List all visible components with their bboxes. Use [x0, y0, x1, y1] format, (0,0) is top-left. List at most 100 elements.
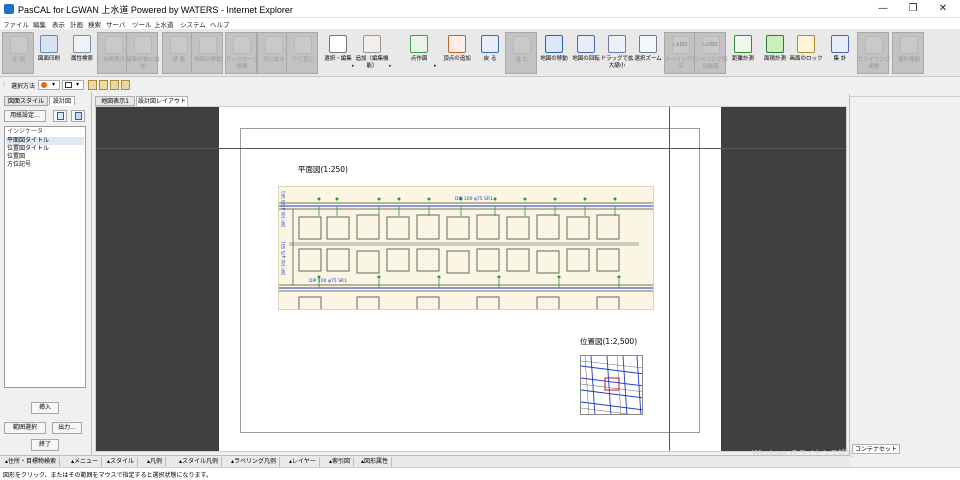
menu-tools[interactable]: ツール	[132, 19, 152, 29]
tab-labeling-legend[interactable]: ▴ラベリング凡例	[228, 457, 281, 467]
guide-line-vertical	[669, 107, 670, 451]
tab-map-style[interactable]: 図面スタイル	[4, 96, 48, 106]
right-panel: コンテナセット	[849, 94, 960, 455]
labeling-edit-button[interactable]: LABEL ラベリング個別編集	[694, 32, 728, 74]
tab-style[interactable]: ▴スタイル	[104, 457, 139, 467]
select-arrow-icon	[329, 35, 347, 53]
tab-map-view[interactable]: 地図表示1	[95, 96, 135, 106]
back-button[interactable]: 戻 る	[474, 32, 506, 74]
range-select-button[interactable]: 範囲選択	[4, 422, 46, 434]
close-button[interactable]: ✕	[928, 0, 958, 18]
output-button[interactable]: 出力...	[52, 422, 82, 434]
printer-icon	[10, 36, 28, 54]
tab-container-set[interactable]: コンテナセット	[852, 444, 900, 454]
tab-layer[interactable]: ▴レイヤー	[286, 457, 320, 467]
attribute-search-button[interactable]: 属性検索	[66, 32, 98, 74]
tally-icon	[831, 35, 849, 53]
building-row-3	[298, 296, 620, 309]
left-panel: 図面スタイル 設計図 用紙設定... インジケータ 平面図タイトル 位置図タイト…	[0, 92, 92, 455]
menu-search[interactable]: 検索	[88, 19, 101, 29]
menu-bar: ファイル 編集 表示 計画 検索 サーバ ツール 上水道 システム ヘルプ	[0, 18, 960, 29]
map-print-button[interactable]: 図面印刷	[33, 32, 65, 74]
print-button[interactable]: 印 刷	[2, 32, 34, 74]
status-bar: 図形をクリック、またはその範囲をマウスで指定すると選択状態になります。	[0, 467, 960, 480]
tab-address-search[interactable]: ▴住所・目標物検索	[2, 457, 61, 467]
pipe-label-vertical-2: DIP 100 φ75 SR1	[281, 241, 286, 275]
rectangle-icon	[65, 82, 72, 88]
tab-menu[interactable]: ▴メニュー	[68, 457, 103, 467]
location-map[interactable]	[580, 355, 643, 415]
plan-map[interactable]: DIP 100 φ75 SR1 DIP 100 φ75 SR1 DIP 100 …	[278, 186, 654, 310]
undo-icon	[265, 36, 283, 54]
menu-help[interactable]: ヘルプ	[210, 19, 230, 29]
bottom-tabs: ▴住所・目標物検索 ▴メニュー ▴スタイル ▴凡例 ▴スタイル凡例 ▴ラベリング…	[0, 455, 850, 467]
menu-plan[interactable]: 計画	[70, 19, 83, 29]
forward-button[interactable]: 進 む	[505, 32, 537, 74]
drag-zoom-button[interactable]: ドラッグで拡大縮小	[600, 32, 634, 74]
totals-button[interactable]: 集 計	[824, 32, 856, 74]
selection-mode-select[interactable]: ▾	[38, 80, 60, 90]
right-panel-divider	[850, 96, 960, 97]
exit-button[interactable]: 終了	[31, 439, 59, 451]
building-row-1	[298, 214, 620, 240]
tab-shape-attributes[interactable]: ▴図形属性	[358, 457, 393, 467]
print-preview-icon-button[interactable]	[71, 110, 85, 122]
add-edit-target-button[interactable]: 編集対象に追加	[126, 32, 160, 74]
menu-waterworks[interactable]: 上水道	[154, 19, 174, 29]
undo-button[interactable]: 元に戻す	[257, 32, 289, 74]
document-tabs: 地図表示1 設計図レイアウト	[93, 94, 853, 106]
toolbar: 印 刷 図面印刷 属性検索 台帳表示 編集対象に追加 移 動 地図の移動 ブック…	[0, 29, 960, 77]
selection-shape-select[interactable]: ▾	[62, 80, 84, 90]
select-edit-button[interactable]: 選択・編集	[322, 32, 354, 74]
add-vertex-button[interactable]: 頂点の追加	[441, 32, 473, 74]
list-item[interactable]: 位置図	[6, 153, 84, 161]
distance-measure-button[interactable]: 距離計測	[727, 32, 759, 74]
external-link-button[interactable]: 構外連動	[892, 32, 924, 74]
menu-file[interactable]: ファイル	[3, 19, 29, 29]
map-move-disabled-button[interactable]: 地図の移動	[191, 32, 223, 74]
area-measure-button[interactable]: 面積計測	[759, 32, 791, 74]
add-edit-button[interactable]: 追加（編集機能）	[355, 32, 389, 74]
area-icon	[766, 35, 784, 53]
list-item[interactable]: 方位記号	[6, 161, 84, 169]
selection-method-label: 選択方法	[11, 83, 36, 90]
bookmark-button[interactable]: ブックマーク登録	[225, 32, 259, 74]
move-icon	[170, 36, 188, 54]
tab-index-map[interactable]: ▴索引図	[326, 457, 355, 467]
point-plot-button[interactable]: 点作図	[403, 32, 435, 74]
filing-link-button[interactable]: ファイリング連動	[857, 32, 891, 74]
tab-legend[interactable]: ▴凡例	[144, 457, 167, 467]
menu-server[interactable]: サーバ	[106, 19, 125, 29]
labeling-display-button[interactable]: LABEL ラベリング表示	[664, 32, 698, 74]
tab-design-drawing[interactable]: 設計図	[49, 96, 75, 106]
add-vertex-icon	[448, 35, 466, 53]
select-mode-3-button[interactable]	[110, 80, 119, 90]
minimize-button[interactable]: —	[868, 0, 898, 18]
pipe-label-bottom: DIP 100 φ75 SR1	[309, 279, 347, 284]
select-mode-4-button[interactable]	[121, 80, 130, 90]
label-icon: LABEL	[672, 36, 690, 54]
map-move-button[interactable]: 地図の移動	[538, 32, 570, 74]
paper-settings-button[interactable]: 用紙設定...	[4, 110, 46, 122]
maximize-button[interactable]: ❐	[898, 0, 928, 18]
add-edit-dropdown[interactable]: ▸	[389, 63, 393, 69]
point-plot-dropdown[interactable]: ▸	[434, 63, 438, 69]
grid-icon	[134, 36, 152, 54]
menu-view[interactable]: 表示	[52, 19, 65, 29]
move-button[interactable]: 移 動	[162, 32, 194, 74]
screen-lock-button[interactable]: 画面のロック	[789, 32, 823, 74]
tab-style-legend[interactable]: ▴スタイル凡例	[176, 457, 223, 467]
redo-button[interactable]: やり直し	[286, 32, 318, 74]
select-zoom-button[interactable]: 選択ズーム	[632, 32, 664, 74]
list-item[interactable]: 位置図タイトル	[6, 145, 84, 153]
page-setup-icon-button[interactable]	[53, 110, 67, 122]
list-item[interactable]: 平面図タイトル	[6, 137, 84, 145]
status-text: 図形をクリック、またはその範囲をマウスで指定すると選択状態になります。	[3, 472, 212, 479]
tab-design-layout[interactable]: 設計図レイアウト	[136, 96, 188, 106]
menu-edit[interactable]: 編集	[33, 19, 46, 29]
select-mode-2-button[interactable]	[99, 80, 108, 90]
map-rotate-button[interactable]: 地図の回転	[570, 32, 602, 74]
menu-system[interactable]: システム	[180, 19, 206, 29]
select-mode-1-button[interactable]	[88, 80, 97, 90]
insert-button[interactable]: 挿入	[31, 402, 59, 414]
